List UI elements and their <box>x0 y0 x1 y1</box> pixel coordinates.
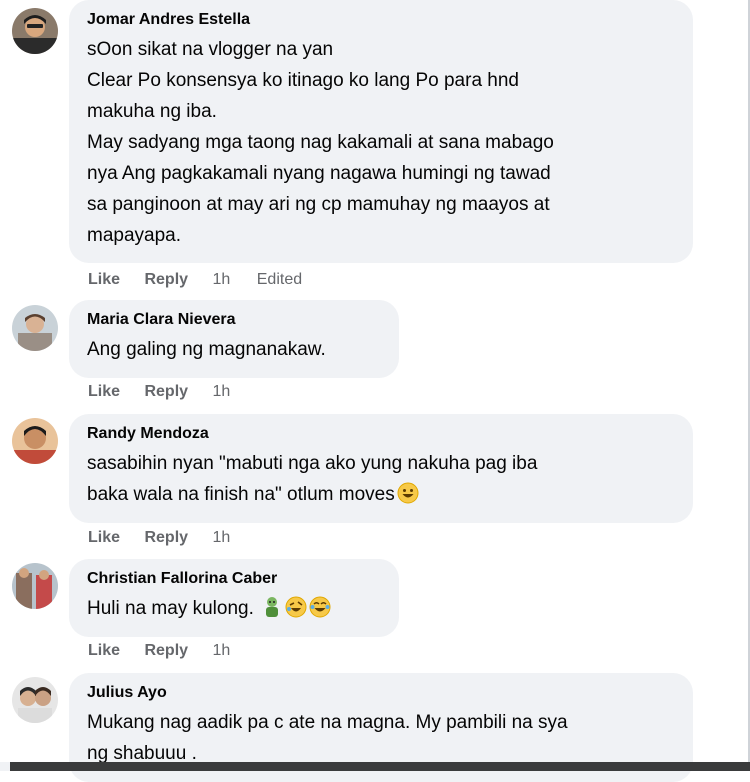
taskbar-strip <box>0 762 750 771</box>
avatar[interactable] <box>12 8 58 54</box>
comment-bubble: Jomar Andres Estella sOon sikat na vlogg… <box>69 0 693 263</box>
reply-button[interactable]: Reply <box>144 529 188 546</box>
comment-author[interactable]: Jomar Andres Estella <box>87 10 675 30</box>
comment-text-body: sasabihin nyan "mabuti nga ako yung naku… <box>87 453 538 505</box>
avatar[interactable] <box>12 305 58 351</box>
comment-author[interactable]: Maria Clara Nievera <box>87 310 381 330</box>
like-button[interactable]: Like <box>88 529 120 546</box>
comment-text-body: Huli na may kulong. <box>87 598 260 619</box>
comment-bubble: Christian Fallorina Caber Huli na may ku… <box>69 559 399 637</box>
avatar[interactable] <box>12 563 58 609</box>
grinning-face-emoji <box>397 482 419 504</box>
comment-author[interactable]: Christian Fallorina Caber <box>87 569 381 589</box>
like-button[interactable]: Like <box>88 383 120 400</box>
comment-text: Huli na may kulong. <box>87 593 381 624</box>
comment-text: Ang galing ng magnanakaw. <box>87 339 326 360</box>
comment-bubble: Randy Mendoza sasabihin nyan "mabuti nga… <box>69 414 693 523</box>
comment-timestamp[interactable]: 1h <box>213 271 231 288</box>
comment-author[interactable]: Julius Ayo <box>87 683 675 703</box>
comment-timestamp[interactable]: 1h <box>213 529 231 546</box>
comment-text: sasabihin nyan "mabuti nga ako yung naku… <box>87 448 675 510</box>
comment-timestamp[interactable]: 1h <box>213 383 231 400</box>
comment-author[interactable]: Randy Mendoza <box>87 424 675 444</box>
comment-text: Mukang nag aadik pa c ate na magna. My p… <box>87 712 568 764</box>
like-button[interactable]: Like <box>88 271 120 288</box>
comment-bubble: Maria Clara Nievera Ang galing ng magnan… <box>69 300 399 378</box>
rolling-laughing-emoji <box>285 596 307 618</box>
zombie-emoji <box>266 597 279 617</box>
avatar[interactable] <box>12 418 58 464</box>
comment-actions: Like Reply 1h <box>88 641 252 661</box>
avatar[interactable] <box>12 677 58 723</box>
comment-actions: Like Reply 1h <box>88 528 252 548</box>
like-button[interactable]: Like <box>88 642 120 659</box>
comment-actions: Like Reply 1h Edited <box>88 270 302 290</box>
reply-button[interactable]: Reply <box>144 642 188 659</box>
taskbar-edge <box>0 762 10 771</box>
edited-label: Edited <box>256 271 303 288</box>
tears-of-joy-emoji <box>309 596 331 618</box>
reply-button[interactable]: Reply <box>144 271 188 288</box>
comment-timestamp[interactable]: 1h <box>213 642 231 659</box>
comment-text: sOon sikat na vlogger na yan Clear Po ko… <box>87 39 554 246</box>
reply-button[interactable]: Reply <box>144 383 188 400</box>
comment-actions: Like Reply 1h <box>88 382 252 402</box>
